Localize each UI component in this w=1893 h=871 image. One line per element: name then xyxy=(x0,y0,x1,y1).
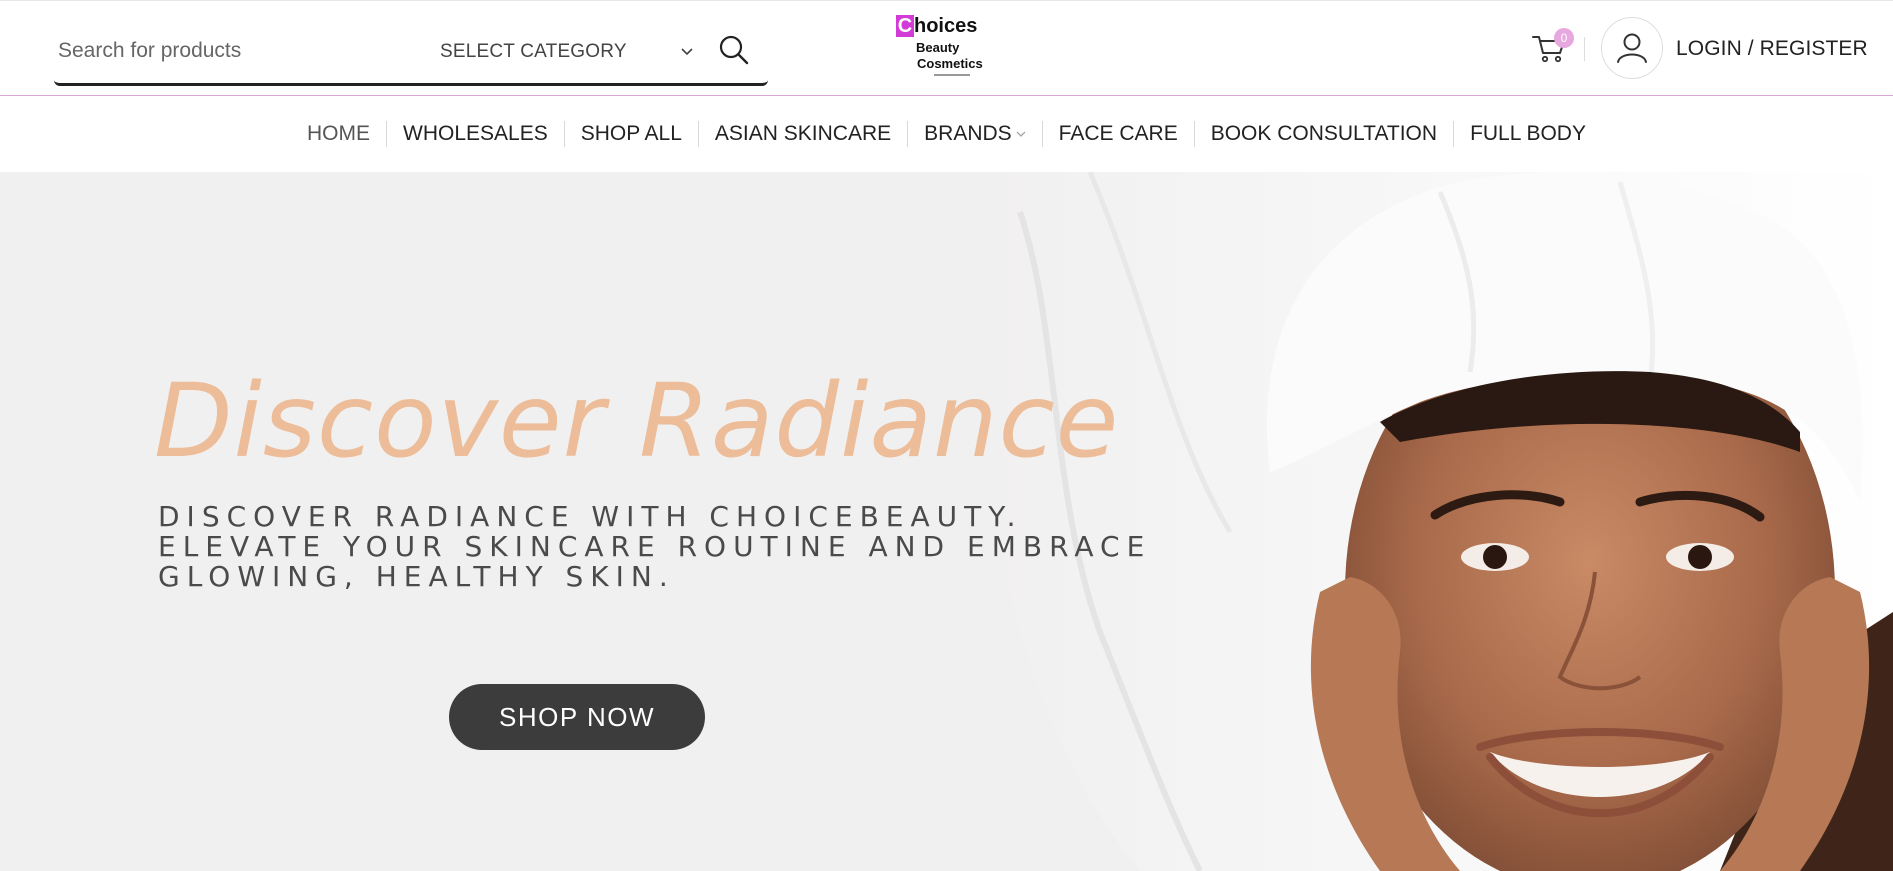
hero-subtitle: DISCOVER RADIANCE WITH CHOICEBEAUTY. ELE… xyxy=(158,502,1158,592)
logo-word-cosmetics: Cosmetics xyxy=(917,56,983,71)
chevron-down-icon xyxy=(1016,132,1026,138)
nav-item-shop-all[interactable]: SHOP ALL xyxy=(563,121,698,147)
nav-item-home[interactable]: HOME xyxy=(291,121,386,147)
nav-item-full-body[interactable]: FULL BODY xyxy=(1453,121,1602,147)
login-register-link[interactable]: LOGIN / REGISTER xyxy=(1676,37,1868,61)
hero-title: Discover Radiance xyxy=(154,362,1120,481)
nav-item-wholesales[interactable]: WHOLESALES xyxy=(386,121,564,147)
logo-word-choices: hoices xyxy=(914,15,978,37)
site-header: SELECT CATEGORY C hoices Beauty Cosmetic… xyxy=(0,0,1893,96)
nav-item-brands[interactable]: BRANDS xyxy=(907,121,1042,147)
main-navigation: HOME WHOLESALES SHOP ALL ASIAN SKINCARE … xyxy=(0,96,1893,172)
category-select-label: SELECT CATEGORY xyxy=(440,41,627,62)
nav-item-asian-skincare[interactable]: ASIAN SKINCARE xyxy=(697,121,907,147)
account-button[interactable] xyxy=(1601,17,1663,79)
hero-banner: Discover Radiance DISCOVER RADIANCE WITH… xyxy=(0,172,1893,871)
nav-item-face-care[interactable]: FACE CARE xyxy=(1041,121,1194,147)
chevron-down-icon xyxy=(681,48,693,56)
hero-subtitle-line-1: DISCOVER RADIANCE WITH CHOICEBEAUTY. xyxy=(158,500,1023,533)
hero-subtitle-line-3: GLOWING, HEALTHY SKIN. xyxy=(158,560,675,593)
search-bar: SELECT CATEGORY xyxy=(54,23,768,86)
cart-count-badge: 0 xyxy=(1554,28,1574,48)
search-icon[interactable] xyxy=(717,33,751,67)
nav-item-brands-label: BRANDS xyxy=(924,122,1012,145)
logo-word-beauty: Beauty xyxy=(916,40,960,55)
logo-tagline-rule xyxy=(934,74,970,76)
search-input[interactable] xyxy=(56,31,430,71)
header-divider xyxy=(1584,37,1585,61)
nav-item-book-consultation[interactable]: BOOK CONSULTATION xyxy=(1193,121,1453,147)
site-logo[interactable]: C hoices Beauty Cosmetics xyxy=(896,13,983,83)
hero-subtitle-line-2: ELEVATE YOUR SKINCARE ROUTINE AND EMBRAC… xyxy=(158,530,1152,563)
nav-list: HOME WHOLESALES SHOP ALL ASIAN SKINCARE … xyxy=(0,96,1893,172)
user-icon xyxy=(1617,33,1647,63)
category-select[interactable]: SELECT CATEGORY xyxy=(440,33,756,71)
shop-now-button[interactable]: SHOP NOW xyxy=(449,684,705,750)
logo-initial: C xyxy=(896,15,914,37)
